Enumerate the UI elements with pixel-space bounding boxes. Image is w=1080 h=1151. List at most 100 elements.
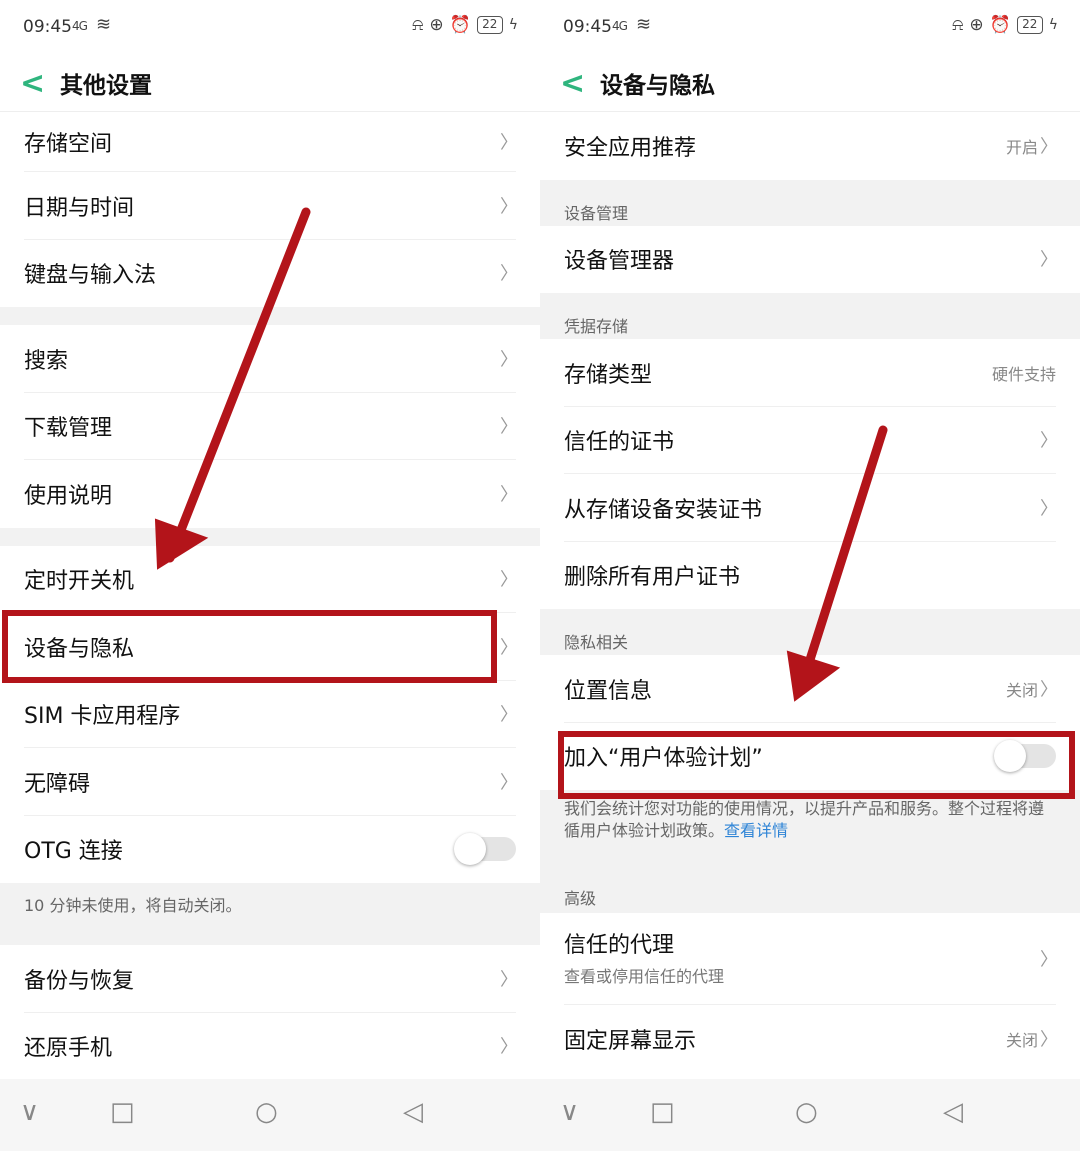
section-header-advanced: 高级 — [540, 867, 1080, 913]
list-item-label: 备份与恢复 — [24, 968, 135, 994]
list-item-trust-agents[interactable]: 信任的代理 查看或停用信任的代理 〉 — [540, 913, 1080, 1005]
status-icons: ⍾ ⊕ ⏰ 22 ϟ — [952, 15, 1058, 35]
view-details-link[interactable]: 查看详情 — [724, 821, 788, 840]
chevron-right-icon: 〉 — [1040, 498, 1058, 520]
home-icon[interactable]: ○ — [255, 1097, 278, 1127]
signal-icon: 4G — [72, 19, 88, 33]
list-item-location[interactable]: 位置信息 关闭 〉 — [540, 655, 1080, 723]
nav-down-icon[interactable]: ∨ — [20, 1097, 39, 1127]
list-item-reset[interactable]: 还原手机 〉 — [0, 1012, 540, 1080]
list-item-label: SIM 卡应用程序 — [24, 704, 181, 730]
wifi-icon: ≋ — [636, 14, 652, 35]
settings-group-1: 存储空间 〉 日期与时间 〉 键盘与输入法 〉 — [0, 112, 540, 307]
ux-plan-toggle[interactable] — [994, 740, 1056, 773]
status-icons: ⍾ ⊕ ⏰ 22 ϟ — [412, 15, 518, 35]
list-item-label: 存储类型 — [564, 362, 653, 388]
list-item-safe-apps[interactable]: 安全应用推荐 开启 〉 — [540, 112, 1080, 180]
wifi-icon: ≋ — [96, 14, 112, 35]
list-item-label: OTG 连接 — [24, 839, 123, 865]
chevron-right-icon: 〉 — [500, 416, 518, 438]
list-item-label: 从存储设备安装证书 — [564, 497, 763, 523]
charging-icon: ϟ — [1048, 17, 1058, 33]
list-item-search[interactable]: 搜索 〉 — [0, 325, 540, 393]
list-item-trusted-certs[interactable]: 信任的证书 〉 — [540, 406, 1080, 474]
chevron-right-icon: 〉 — [1040, 430, 1058, 452]
group-divider — [0, 307, 540, 325]
list-item-value: 关闭 — [1005, 680, 1038, 700]
group-divider — [0, 527, 540, 546]
settings-group-4: 备份与恢复 〉 还原手机 〉 — [0, 945, 540, 1080]
chevron-right-icon: 〉 — [1040, 679, 1058, 701]
chevron-right-icon: 〉 — [1040, 249, 1058, 271]
title-bar: < 设备与隐私 — [540, 56, 1080, 112]
lock-rotation-icon: ⊕ — [969, 15, 984, 35]
section-header-device: 设备管理 — [540, 179, 1080, 226]
status-time: 09:45 — [563, 17, 612, 37]
list-item-label: 安全应用推荐 — [564, 135, 697, 161]
list-item-label: 存储空间 — [24, 132, 113, 157]
settings-group-3: 定时开关机 〉 设备与隐私 〉 SIM 卡应用程序 〉 无障碍 〉 OTG 连接 — [0, 545, 540, 883]
list-item-label: 日期与时间 — [24, 195, 135, 221]
list-item-sim-apps[interactable]: SIM 卡应用程序 〉 — [0, 680, 540, 748]
chevron-right-icon: 〉 — [500, 969, 518, 991]
battery-icon: 22 — [1016, 16, 1043, 34]
list-item-date-time[interactable]: 日期与时间 〉 — [0, 172, 540, 240]
chevron-right-icon: 〉 — [1040, 1029, 1058, 1051]
chevron-right-icon: 〉 — [500, 637, 518, 659]
list-item-label: 搜索 — [24, 348, 69, 374]
otg-toggle[interactable] — [454, 833, 516, 866]
list-item-ux-plan: 加入“用户体验计划” — [540, 722, 1080, 790]
recents-icon[interactable]: □ — [110, 1097, 135, 1127]
back-arrow-icon[interactable]: < — [20, 64, 45, 104]
list-item-subtitle: 查看或停用信任的代理 — [564, 967, 725, 986]
chevron-right-icon: 〉 — [1040, 136, 1058, 158]
list-item-label: 信任的证书 — [564, 430, 675, 456]
chevron-right-icon: 〉 — [500, 196, 518, 218]
chevron-right-icon: 〉 — [500, 772, 518, 794]
charging-icon: ϟ — [508, 17, 518, 33]
list-item-manual[interactable]: 使用说明 〉 — [0, 460, 540, 528]
list-item-label: 下载管理 — [24, 416, 113, 442]
lock-rotation-icon: ⊕ — [429, 15, 444, 35]
battery-icon: 22 — [476, 16, 503, 34]
list-item-label: 固定屏幕显示 — [564, 1028, 697, 1054]
list-item-remove-certs[interactable]: 删除所有用户证书 — [540, 541, 1080, 609]
list-item-keyboard[interactable]: 键盘与输入法 〉 — [0, 239, 540, 307]
list-item-storage[interactable]: 存储空间 〉 — [0, 112, 540, 172]
section-header-credential: 凭据存储 — [540, 293, 1080, 339]
chevron-right-icon: 〉 — [500, 484, 518, 506]
nav-down-icon[interactable]: ∨ — [560, 1097, 579, 1127]
list-item-backup[interactable]: 备份与恢复 〉 — [0, 945, 540, 1013]
list-item-label: 信任的代理 — [564, 933, 675, 958]
list-item-label: 删除所有用户证书 — [564, 565, 741, 591]
list-item-device-admin[interactable]: 设备管理器 〉 — [540, 225, 1080, 293]
list-item-downloads[interactable]: 下载管理 〉 — [0, 392, 540, 460]
list-item-label: 设备与隐私 — [24, 636, 135, 662]
navigation-bar: ∨ □ ○ ◁ — [0, 1079, 540, 1151]
list-item-otg: OTG 连接 — [0, 815, 540, 883]
back-icon[interactable]: ◁ — [403, 1097, 423, 1127]
list-item-value: 关闭 — [1005, 1030, 1038, 1050]
list-item-label: 无障碍 — [24, 771, 91, 797]
list-item-label: 键盘与输入法 — [24, 263, 157, 289]
list-item-install-certs[interactable]: 从存储设备安装证书 〉 — [540, 474, 1080, 542]
back-arrow-icon[interactable]: < — [560, 64, 585, 104]
page-title: 其他设置 — [60, 73, 152, 99]
list-item-scheduled-power[interactable]: 定时开关机 〉 — [0, 545, 540, 613]
ux-plan-note: 我们会统计您对功能的使用情况，以提升产品和服务。整个过程将遵循用户体验计划政策。… — [540, 790, 1080, 867]
toggle-knob — [994, 740, 1026, 773]
recents-icon[interactable]: □ — [650, 1097, 675, 1127]
signal-icon: 4G — [612, 19, 628, 33]
chevron-right-icon: 〉 — [500, 1036, 518, 1058]
list-item-label: 定时开关机 — [24, 569, 135, 595]
list-item-label: 使用说明 — [24, 483, 113, 509]
list-item-screen-pin[interactable]: 固定屏幕显示 关闭 〉 — [540, 1005, 1080, 1073]
home-icon[interactable]: ○ — [795, 1097, 818, 1127]
list-item-device-privacy[interactable]: 设备与隐私 〉 — [0, 613, 540, 681]
list-item-storage-type: 存储类型 硬件支持 — [540, 339, 1080, 407]
vibrate-icon: ⍾ — [412, 15, 424, 35]
vibrate-icon: ⍾ — [952, 15, 964, 35]
otg-note: 10 分钟未使用，将自动关闭。 — [0, 883, 540, 945]
list-item-accessibility[interactable]: 无障碍 〉 — [0, 748, 540, 816]
back-icon[interactable]: ◁ — [943, 1097, 963, 1127]
